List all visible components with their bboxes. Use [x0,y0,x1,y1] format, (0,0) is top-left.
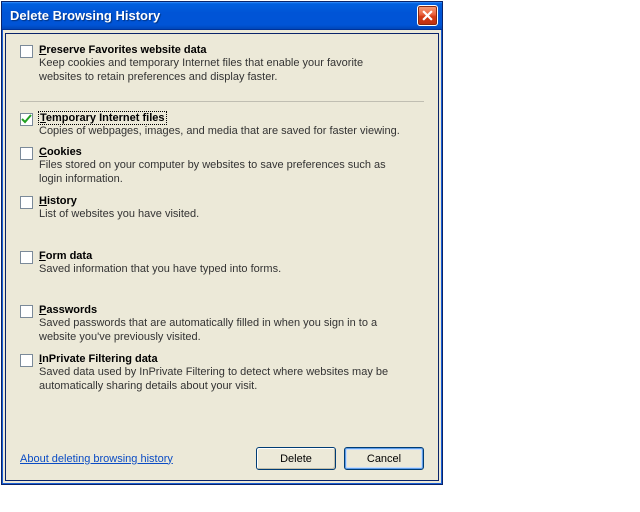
close-icon [422,10,433,21]
label-preserve-favorites: Preserve Favorites website data [39,44,207,56]
option-preserve-favorites: Preserve Favorites website data Keep coo… [20,44,424,85]
label-temporary-internet-files: Temporary Internet files [39,112,166,124]
label-history: History [39,195,77,207]
close-button[interactable] [417,5,438,26]
option-temporary-internet-files: Temporary Internet files Copies of webpa… [20,112,424,139]
desc-temporary-internet-files: Copies of webpages, images, and media th… [39,125,424,139]
titlebar: Delete Browsing History [2,2,442,30]
desc-passwords: Saved passwords that are automatically f… [39,317,424,345]
cancel-button[interactable]: Cancel [344,447,424,470]
checkbox-inprivate-filtering[interactable] [20,354,33,367]
checkbox-preserve-favorites[interactable] [20,45,33,58]
option-passwords: Passwords Saved passwords that are autom… [20,304,424,345]
dialog-body: Preserve Favorites website data Keep coo… [5,33,439,481]
desc-inprivate-filtering: Saved data used by InPrivate Filtering t… [39,366,424,394]
checkbox-form-data[interactable] [20,251,33,264]
separator [20,101,424,102]
dialog-footer: About deleting browsing history Delete C… [20,437,424,470]
delete-button[interactable]: Delete [256,447,336,470]
about-link[interactable]: About deleting browsing history [20,453,173,465]
label-form-data: Form data [39,250,92,262]
desc-form-data: Saved information that you have typed in… [39,263,424,277]
option-inprivate-filtering: InPrivate Filtering data Saved data used… [20,353,424,394]
desc-preserve-favorites: Keep cookies and temporary Internet file… [39,57,424,85]
desc-cookies: Files stored on your computer by website… [39,159,424,187]
label-cookies: Cookies [39,146,82,158]
window-title: Delete Browsing History [10,8,160,23]
desc-history: List of websites you have visited. [39,208,424,222]
label-inprivate-filtering: InPrivate Filtering data [39,353,158,365]
checkmark-icon [21,114,32,125]
option-form-data: Form data Saved information that you hav… [20,250,424,277]
option-history: History List of websites you have visite… [20,195,424,222]
checkbox-history[interactable] [20,196,33,209]
option-cookies: Cookies Files stored on your computer by… [20,146,424,187]
dialog-window: Delete Browsing History Preserve Favorit… [1,1,443,485]
label-passwords: Passwords [39,304,97,316]
checkbox-passwords[interactable] [20,305,33,318]
checkbox-temporary-internet-files[interactable] [20,113,33,126]
checkbox-cookies[interactable] [20,147,33,160]
